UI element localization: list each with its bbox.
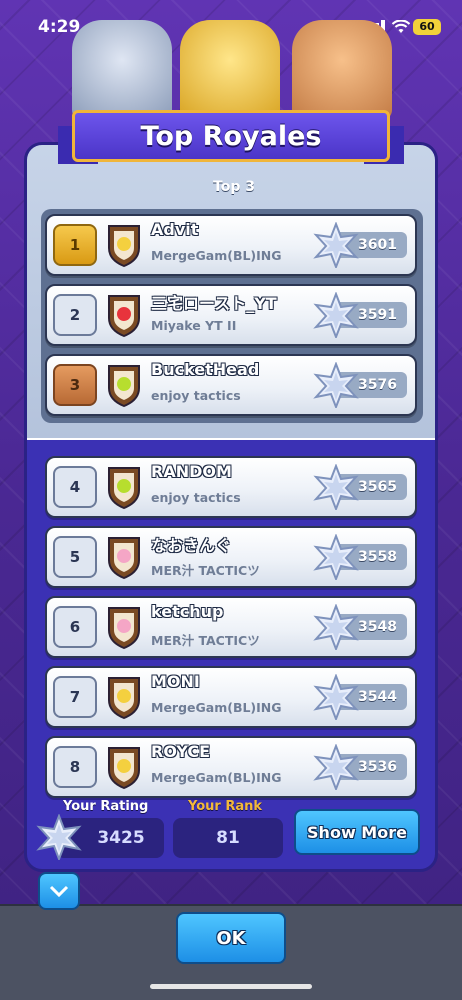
clan-name: Miyake YT II [151,318,237,333]
gold-statue [180,20,280,120]
rank-number: 7 [53,676,97,718]
home-indicator [150,984,312,989]
trophy-icon [313,534,359,580]
rank-number: 8 [53,746,97,788]
rank-number: 3 [53,364,97,406]
player-name: Advit [151,220,199,239]
blossom-badge-icon [108,537,140,580]
champion-statues [0,20,462,120]
clan-name: MergeGam(BL)ING [151,248,282,263]
player-name: ROYCE [151,742,211,761]
trophy-icon [36,814,82,860]
trophy-icon [313,362,359,408]
rank-number: 1 [53,224,97,266]
your-rank-label: Your Rank [188,799,263,814]
player-name: 三宅ロースト_YT [151,294,277,313]
player-row[interactable]: 4 RANDOM enjoy tactics 3565 [45,456,417,518]
clan-name: MergeGam(BL)ING [151,700,282,715]
player-row[interactable]: 3 BucketHead enjoy tactics 3576 [45,354,417,416]
chevron-down-icon [49,885,69,897]
divider [27,438,435,440]
player-row[interactable]: 7 MONI MergeGam(BL)ING 3544 [45,666,417,728]
blossom-badge-icon [108,607,140,650]
trophy-icon [313,674,359,720]
japan-flag-badge-icon [108,295,140,338]
player-name: ketchup [151,602,224,621]
top3-label: Top 3 [213,179,255,195]
player-name: MONI [151,672,200,691]
trophy-icon [313,222,359,268]
skull-badge-icon [108,225,140,268]
rank-number: 4 [53,466,97,508]
player-name: なおきんぐ [151,536,232,555]
tennis-ball-badge-icon [108,467,140,510]
player-row[interactable]: 6 ketchup MER汁 TACTICツ 3548 [45,596,417,658]
clan-name: enjoy tactics [151,388,241,403]
rank-number: 5 [53,536,97,578]
trophy-icon [313,604,359,650]
player-row[interactable]: 8 ROYCE MergeGam(BL)ING 3536 [45,736,417,798]
clan-name: enjoy tactics [151,490,241,505]
show-more-button[interactable]: Show More [294,809,420,855]
tennis-ball-badge-icon [108,365,140,408]
your-rank-value: 81 [173,818,283,858]
scroll-down-button[interactable] [38,872,80,910]
page-title: Top Royales [140,120,322,152]
player-row[interactable]: 1 Advit MergeGam(BL)ING 3601 [45,214,417,276]
player-name: RANDOM [151,462,232,481]
ok-button[interactable]: OK [176,912,286,964]
title-banner: Top Royales [58,106,404,166]
bronze-statue [292,20,392,120]
clan-name: MER汁 TACTICツ [151,633,260,648]
player-row[interactable]: 5 なおきんぐ MER汁 TACTICツ 3558 [45,526,417,588]
clan-name: MER汁 TACTICツ [151,563,260,578]
rank-number: 6 [53,606,97,648]
skull-badge-icon [108,677,140,720]
your-rating-label: Your Rating [63,799,149,814]
trophy-icon [313,744,359,790]
player-name: BucketHead [151,360,260,379]
banner-main: Top Royales [72,110,390,162]
trophy-icon [313,292,359,338]
clan-name: MergeGam(BL)ING [151,770,282,785]
trophy-icon [313,464,359,510]
player-row[interactable]: 2 三宅ロースト_YT Miyake YT II 3591 [45,284,417,346]
skull-badge-icon [108,747,140,790]
silver-statue [72,20,172,120]
rank-number: 2 [53,294,97,336]
